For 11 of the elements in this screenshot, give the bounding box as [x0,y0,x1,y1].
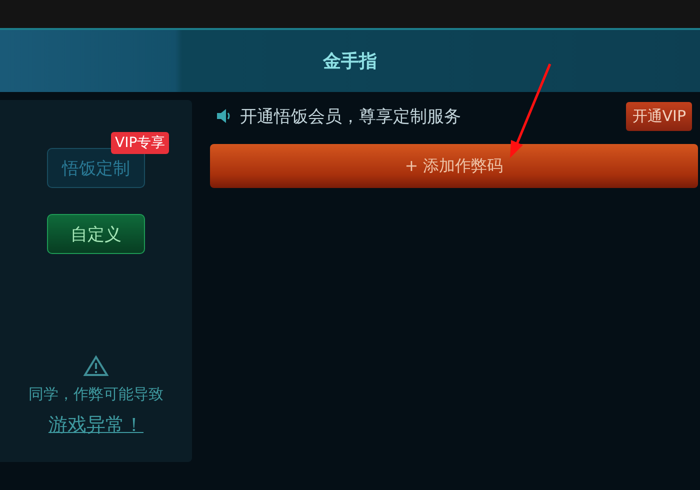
sidebar-tab[interactable]: 自定义 [47,214,145,254]
window-title: 金手指 [323,50,377,73]
open-vip-button[interactable]: 开通VIP [626,102,692,130]
warning-link[interactable]: 游戏异常！ [48,412,144,438]
notice-text: 开通悟饭会员，尊享定制服务 [240,106,462,128]
warning-text: 同学，作弊可能导致 [28,385,164,404]
vip-badge: VIP专享 [111,132,170,154]
warning-icon [83,355,109,377]
add-cheat-code-button[interactable]: + 添加作弊码 [210,144,698,188]
sidebar-tab[interactable]: 悟饭定制 [47,148,145,188]
speaker-icon [216,109,232,123]
